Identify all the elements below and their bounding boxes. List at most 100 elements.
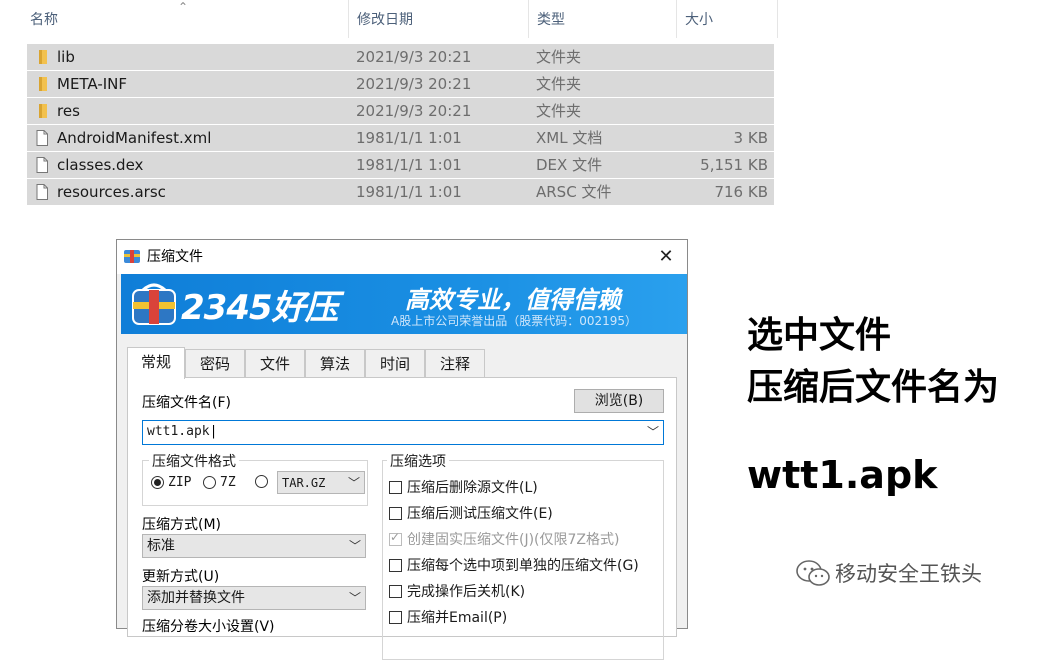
- solid-archive-checkbox: 创建固实压缩文件(J)(仅限7Z格式): [389, 529, 619, 549]
- file-icon: [36, 157, 48, 173]
- file-name: resources.arsc: [57, 183, 166, 201]
- checkbox-icon: [389, 610, 402, 624]
- haozip-banner: 2345好压 高效专业，值得信赖 A股上市公司荣誉出品（股票代码：002195）: [121, 274, 687, 334]
- file-date: 1981/1/1 1:01: [356, 129, 462, 147]
- file-icon: [36, 184, 48, 200]
- dialog-title: 压缩文件: [147, 249, 203, 265]
- chevron-down-icon: ﹀: [348, 591, 361, 605]
- tab-password[interactable]: 密码: [185, 349, 245, 377]
- checkbox-icon: [389, 558, 402, 572]
- options-group-title: 压缩选项: [387, 451, 449, 471]
- banner-subtitle: A股上市公司荣誉出品（股票代码：002195）: [391, 314, 638, 328]
- file-name: res: [57, 102, 80, 120]
- file-date: 2021/9/3 20:21: [356, 75, 472, 93]
- update-label: 更新方式(U): [142, 569, 220, 585]
- column-date-label: 修改日期: [357, 12, 413, 28]
- delete-source-checkbox[interactable]: 压缩后删除源文件(L): [389, 477, 538, 497]
- other-format-select[interactable]: TAR.GZ ﹀: [277, 471, 365, 494]
- general-tab-panel: 压缩文件名(F) 浏览(B) wtt1.apk| ﹀ 压缩文件格式 ZIP 7Z…: [127, 377, 677, 660]
- archive-name-label: 压缩文件名(F): [142, 395, 231, 411]
- file-row[interactable]: resources.arsc 1981/1/1 1:01 ARSC 文件 716…: [27, 179, 774, 205]
- column-size-label: 大小: [685, 12, 713, 28]
- method-select[interactable]: 标准 ﹀: [142, 534, 366, 558]
- sort-ascending-icon: ⌃: [178, 0, 189, 14]
- file-size: 716 KB: [714, 183, 768, 201]
- file-row[interactable]: res 2021/9/3 20:21 文件夹: [27, 98, 774, 124]
- separate-archives-checkbox[interactable]: 压缩每个选中项到单独的压缩文件(G): [389, 555, 639, 575]
- file-size: 5,151 KB: [700, 156, 768, 174]
- folder-icon: [39, 104, 47, 118]
- file-row[interactable]: META-INF 2021/9/3 20:21 文件夹: [27, 71, 774, 97]
- file-row[interactable]: lib 2021/9/3 20:21 文件夹: [27, 44, 774, 70]
- browse-button[interactable]: 浏览(B): [574, 389, 664, 413]
- column-header-size[interactable]: 大小: [677, 0, 778, 38]
- file-row[interactable]: classes.dex 1981/1/1 1:01 DEX 文件 5,151 K…: [27, 152, 774, 178]
- file-name: classes.dex: [57, 156, 144, 174]
- file-type: DEX 文件: [536, 156, 603, 174]
- column-header-date[interactable]: 修改日期: [349, 0, 529, 38]
- file-explorer-list: 名称 ⌃ 修改日期 类型 大小 lib 2021/9/3 20:21 文件夹 M…: [0, 0, 1058, 230]
- format-7z-radio[interactable]: 7Z: [203, 475, 236, 490]
- column-name-label: 名称: [30, 12, 58, 28]
- folder-icon: [39, 77, 47, 91]
- volume-size-label: 压缩分卷大小设置(V): [142, 619, 275, 635]
- annotation-select-files: 选中文件: [747, 315, 892, 356]
- radio-unselected-icon: [203, 476, 216, 489]
- shutdown-checkbox[interactable]: 完成操作后关机(K): [389, 581, 525, 601]
- folder-icon: [39, 50, 47, 64]
- archive-name-value: wtt1.apk: [147, 424, 210, 439]
- radio-unselected-icon: [255, 475, 268, 488]
- file-date: 2021/9/3 20:21: [356, 48, 472, 66]
- chevron-down-icon: ﹀: [348, 539, 361, 553]
- wechat-watermark: 移动安全王铁头: [795, 558, 982, 588]
- chevron-down-icon: ﹀: [347, 476, 360, 490]
- column-header-type[interactable]: 类型: [529, 0, 677, 38]
- file-type: ARSC 文件: [536, 183, 612, 201]
- checkbox-icon: [389, 480, 402, 494]
- haozip-logo-icon: [132, 283, 176, 325]
- close-button[interactable]: ✕: [651, 240, 681, 274]
- file-date: 1981/1/1 1:01: [356, 183, 462, 201]
- annotation-filename: wtt1.apk: [747, 453, 938, 497]
- format-group-title: 压缩文件格式: [149, 451, 239, 471]
- checkbox-icon: [389, 584, 402, 598]
- file-icon: [36, 130, 48, 146]
- compress-dialog: 压缩文件 ✕ 2345好压 高效专业，值得信赖 A股上市公司荣誉出品（股票代码：…: [116, 239, 688, 660]
- column-type-label: 类型: [537, 12, 565, 28]
- tab-algorithm[interactable]: 算法: [305, 349, 365, 377]
- tab-general[interactable]: 常规: [127, 347, 185, 379]
- file-type: 文件夹: [536, 75, 582, 93]
- file-name: AndroidManifest.xml: [57, 129, 212, 147]
- file-size: 3 KB: [733, 129, 768, 147]
- file-row[interactable]: AndroidManifest.xml 1981/1/1 1:01 XML 文档…: [27, 125, 774, 151]
- method-label: 压缩方式(M): [142, 517, 222, 533]
- email-checkbox[interactable]: 压缩并Email(P): [389, 607, 507, 627]
- file-date: 2021/9/3 20:21: [356, 102, 472, 120]
- chevron-down-icon[interactable]: ﹀: [647, 421, 659, 443]
- wechat-icon: [796, 560, 830, 586]
- radio-selected-icon: [151, 476, 164, 489]
- annotation-archive-name: 压缩后文件名为: [747, 367, 1000, 408]
- file-type: 文件夹: [536, 102, 582, 120]
- file-name: META-INF: [57, 75, 128, 93]
- test-archive-checkbox[interactable]: 压缩后测试压缩文件(E): [389, 503, 553, 523]
- tab-time[interactable]: 时间: [365, 349, 425, 377]
- archive-name-input[interactable]: wtt1.apk| ﹀: [142, 420, 664, 445]
- file-type: 文件夹: [536, 48, 582, 66]
- banner-brand: 2345好压: [181, 288, 339, 328]
- file-type: XML 文档: [536, 129, 603, 147]
- format-groupbox: 压缩文件格式 ZIP 7Z TAR.GZ ﹀: [142, 451, 368, 506]
- format-other-radio[interactable]: [255, 475, 272, 488]
- format-zip-radio[interactable]: ZIP: [151, 475, 191, 490]
- banner-slogan: 高效专业，值得信赖: [405, 286, 621, 314]
- tab-files[interactable]: 文件: [245, 349, 305, 377]
- file-name: lib: [57, 48, 75, 66]
- dialog-titlebar[interactable]: 压缩文件 ✕: [117, 240, 687, 274]
- update-select[interactable]: 添加并替换文件 ﹀: [142, 586, 366, 610]
- file-date: 1981/1/1 1:01: [356, 156, 462, 174]
- checkbox-checked-icon: [389, 530, 402, 546]
- watermark-text: 移动安全王铁头: [835, 562, 982, 586]
- tab-comment[interactable]: 注释: [425, 349, 485, 377]
- checkbox-icon: [389, 506, 402, 520]
- options-groupbox: 压缩选项 压缩后删除源文件(L) 压缩后测试压缩文件(E) 创建固实压缩文件(J…: [382, 451, 664, 660]
